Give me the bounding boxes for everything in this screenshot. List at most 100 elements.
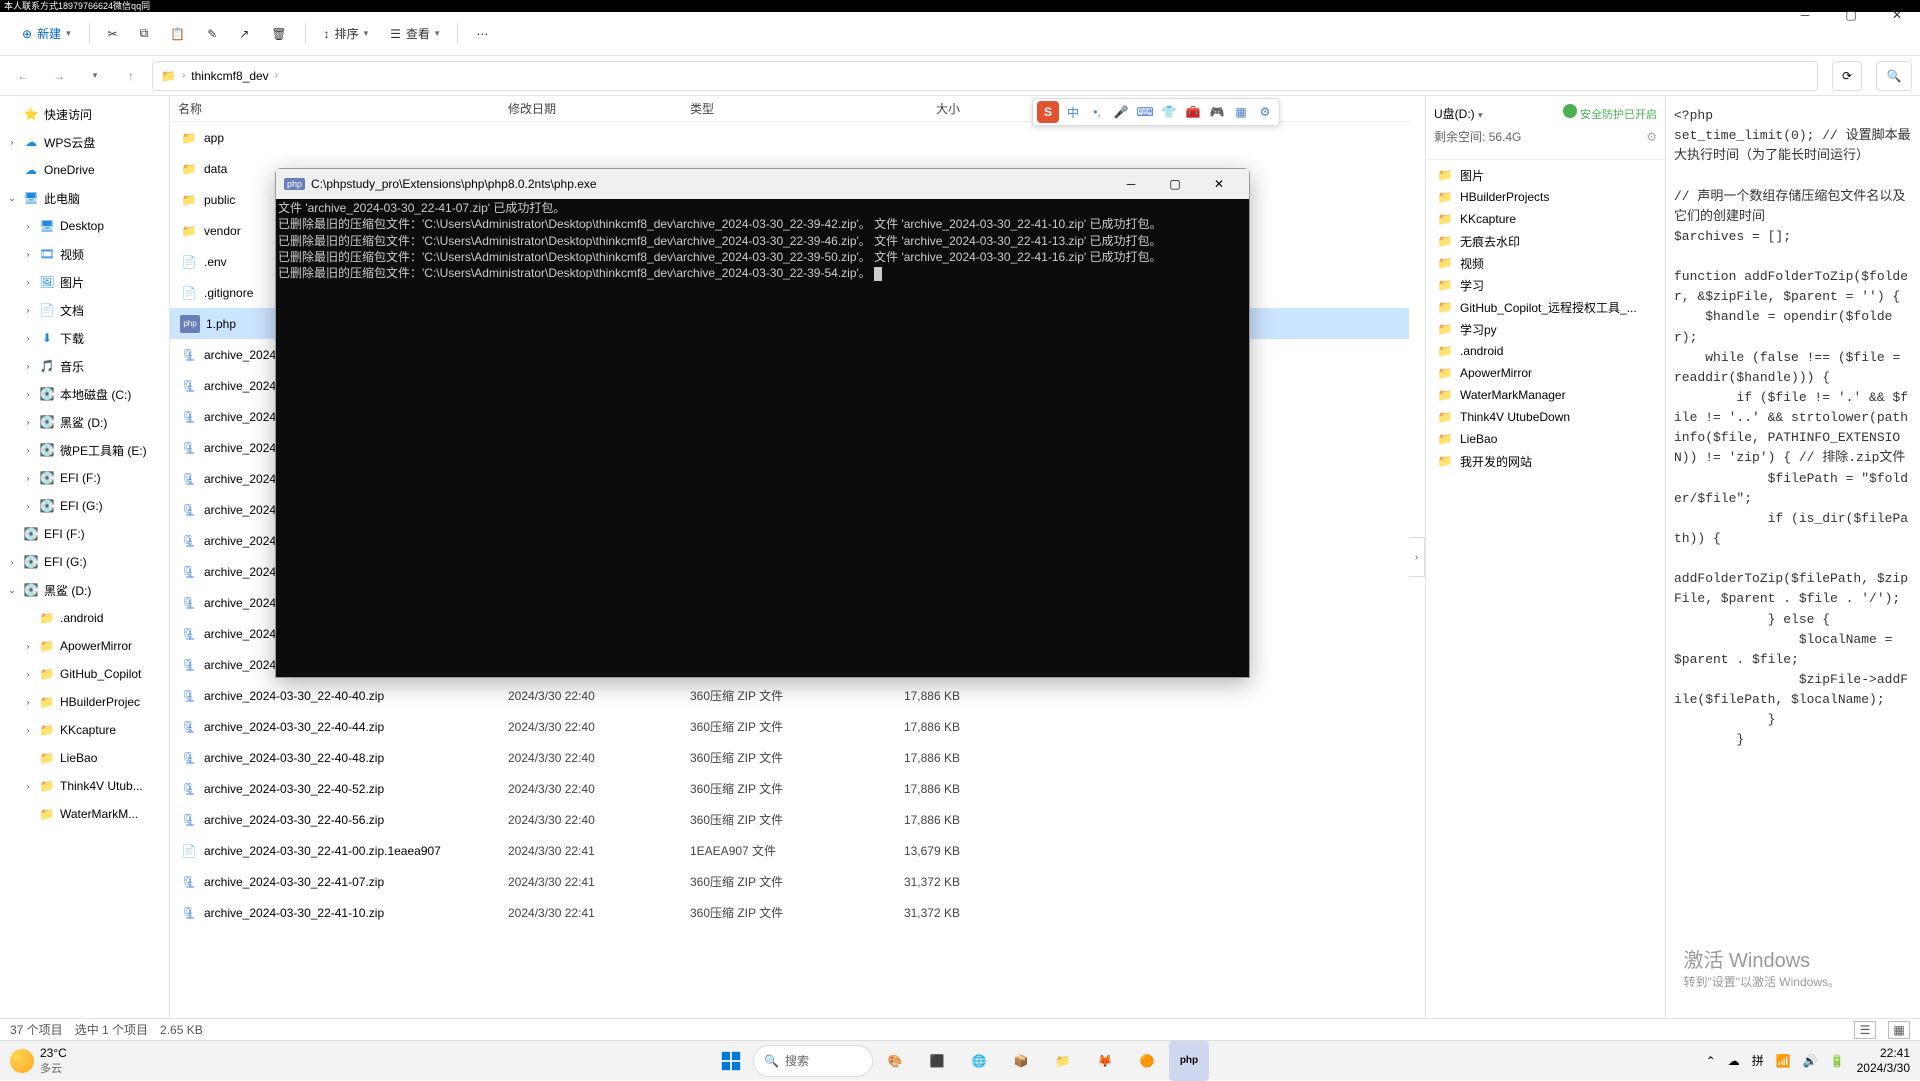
expand-icon[interactable]: › [22,781,34,791]
column-date[interactable]: 修改日期 [500,100,682,117]
sidebar-item[interactable]: ›📁HBuilderProjec [0,688,169,716]
right-panel-item[interactable]: 📁学习py [1426,318,1665,340]
share-button[interactable]: ↗ [231,22,257,46]
console-maximize[interactable]: ▢ [1153,169,1197,199]
taskbar-chrome[interactable]: 🌐 [959,1041,999,1081]
close-button[interactable]: ✕ [1874,1,1920,29]
ime-lang-icon[interactable]: 中 [1063,102,1083,122]
maximize-button[interactable]: ▢ [1828,1,1874,29]
forward-button[interactable]: → [44,61,74,91]
ime-keyboard-icon[interactable]: ⌨ [1135,102,1155,122]
ime-settings-icon[interactable]: ⚙ [1255,102,1275,122]
right-panel-item[interactable]: 📁KKcapture [1426,208,1665,230]
sidebar-item[interactable]: 📁LieBao [0,744,169,772]
ime-icon[interactable]: 拼 [1752,1052,1764,1069]
expand-icon[interactable]: › [22,333,34,343]
back-button[interactable]: ← [8,61,38,91]
console-minimize[interactable]: ─ [1109,169,1153,199]
drive-selector[interactable]: U盘(D:) ▾ [1434,105,1483,122]
file-row[interactable]: 📄archive_2024-03-30_22-41-00.zip.1eaea90… [170,835,1409,866]
file-row[interactable]: 📁app [170,122,1409,153]
expand-icon[interactable]: › [22,501,34,511]
gear-icon[interactable]: ⚙ [1646,130,1657,144]
delete-button[interactable]: 🗑 [263,22,294,46]
breadcrumb-item[interactable]: thinkcmf8_dev [191,69,268,83]
expand-icon[interactable]: › [22,725,34,735]
sidebar-item[interactable]: 📁WaterMarkM... [0,800,169,828]
expand-icon[interactable]: › [22,221,34,231]
expand-icon[interactable]: › [22,641,34,651]
expand-icon[interactable]: › [6,557,18,567]
sidebar-item[interactable]: 💽EFI (F:) [0,520,169,548]
file-row[interactable]: 🗜archive_2024-03-30_22-40-56.zip2024/3/3… [170,804,1409,835]
right-panel-item[interactable]: 📁视频 [1426,252,1665,274]
right-panel-item[interactable]: 📁HBuilderProjects [1426,186,1665,208]
expand-icon[interactable]: › [22,249,34,259]
breadcrumb[interactable]: 📁 › thinkcmf8_dev › [152,61,1818,91]
column-type[interactable]: 类型 [682,100,838,117]
expand-icon[interactable]: › [22,277,34,287]
expand-icon[interactable]: › [6,137,18,147]
onedrive-icon[interactable]: ☁ [1728,1054,1740,1068]
right-panel-item[interactable]: 📁.android [1426,340,1665,362]
start-button[interactable] [711,1041,751,1081]
expand-icon[interactable]: ⌄ [6,193,18,204]
file-row[interactable]: 🗜archive_2024-03-30_22-40-52.zip2024/3/3… [170,773,1409,804]
tray-expand-icon[interactable]: ⌃ [1706,1054,1716,1068]
taskbar-search[interactable]: 🔍 搜索 [753,1045,873,1077]
view-button[interactable]: ☰ 查看 ▾ [382,20,447,47]
refresh-button[interactable]: ⟳ [1832,61,1862,91]
expand-icon[interactable]: › [22,305,34,315]
volume-icon[interactable]: 🔊 [1803,1054,1818,1068]
sidebar-item[interactable]: ⌄💽黑鲨 (D:) [0,576,169,604]
sidebar-item[interactable]: ›📁Think4V Utub... [0,772,169,800]
sidebar-item[interactable]: ☁OneDrive [0,156,169,184]
taskbar-app[interactable]: ⬛ [917,1041,957,1081]
taskbar-app[interactable]: 📦 [1001,1041,1041,1081]
sidebar-item[interactable]: ›🎵音乐 [0,352,169,380]
sort-button[interactable]: ↕ 排序 ▾ [316,20,377,47]
sidebar-item[interactable]: ›💽EFI (F:) [0,464,169,492]
ime-toolbox-icon[interactable]: 🧰 [1183,102,1203,122]
console-window[interactable]: php C:\phpstudy_pro\Extensions\php\php8.… [275,168,1250,678]
right-panel-item[interactable]: 📁WaterMarkManager [1426,384,1665,406]
right-panel-item[interactable]: 📁我开发的网站 [1426,450,1665,472]
sidebar-item[interactable]: ⌄🖥此电脑 [0,184,169,212]
ime-skin-icon[interactable]: 👕 [1159,102,1179,122]
sidebar-item[interactable]: ›💽EFI (G:) [0,548,169,576]
sidebar-item[interactable]: ›📁KKcapture [0,716,169,744]
right-panel-item[interactable]: 📁无痕去水印 [1426,230,1665,252]
taskbar-explorer[interactable]: 📁 [1043,1041,1083,1081]
new-button[interactable]: ⊕ 新建 ▾ [14,20,79,47]
weather-widget[interactable]: 23°C 多云 [10,1046,67,1076]
collapse-right-button[interactable]: › [1409,537,1425,577]
right-panel-item[interactable]: 📁学习 [1426,274,1665,296]
ime-punct-icon[interactable]: •, [1087,102,1107,122]
expand-icon[interactable]: › [22,473,34,483]
battery-icon[interactable]: 🔋 [1830,1054,1845,1068]
search-button[interactable]: 🔍 [1876,61,1912,91]
wifi-icon[interactable]: 📶 [1776,1054,1791,1068]
icons-view-button[interactable]: ▦ [1888,1021,1910,1039]
right-panel-item[interactable]: 📁LieBao [1426,428,1665,450]
sidebar-item[interactable]: ⭐快速访问 [0,100,169,128]
recent-button[interactable]: ▾ [80,61,110,91]
minimize-button[interactable]: ─ [1782,1,1828,29]
console-titlebar[interactable]: php C:\phpstudy_pro\Extensions\php\php8.… [276,169,1249,199]
right-panel-item[interactable]: 📁图片 [1426,164,1665,186]
sidebar-item[interactable]: 📁.android [0,604,169,632]
sidebar-item[interactable]: ›🎞视频 [0,240,169,268]
ime-voice-icon[interactable]: 🎤 [1111,102,1131,122]
sidebar-item[interactable]: ›💽微PE工具箱 (E:) [0,436,169,464]
details-view-button[interactable]: ☰ [1854,1021,1876,1039]
sidebar-item[interactable]: ›💽黑鲨 (D:) [0,408,169,436]
taskbar-firefox[interactable]: 🦊 [1085,1041,1125,1081]
file-row[interactable]: 🗜archive_2024-03-30_22-40-44.zip2024/3/3… [170,711,1409,742]
file-row[interactable]: 🗜archive_2024-03-30_22-40-40.zip2024/3/3… [170,680,1409,711]
sidebar-item[interactable]: ›🖥Desktop [0,212,169,240]
taskbar-php[interactable]: php [1169,1041,1209,1081]
sidebar-item[interactable]: ›📄文档 [0,296,169,324]
expand-icon[interactable]: ⌄ [6,585,18,596]
paste-button[interactable]: 📋 [162,22,193,46]
file-row[interactable]: 🗜archive_2024-03-30_22-41-10.zip2024/3/3… [170,897,1409,928]
